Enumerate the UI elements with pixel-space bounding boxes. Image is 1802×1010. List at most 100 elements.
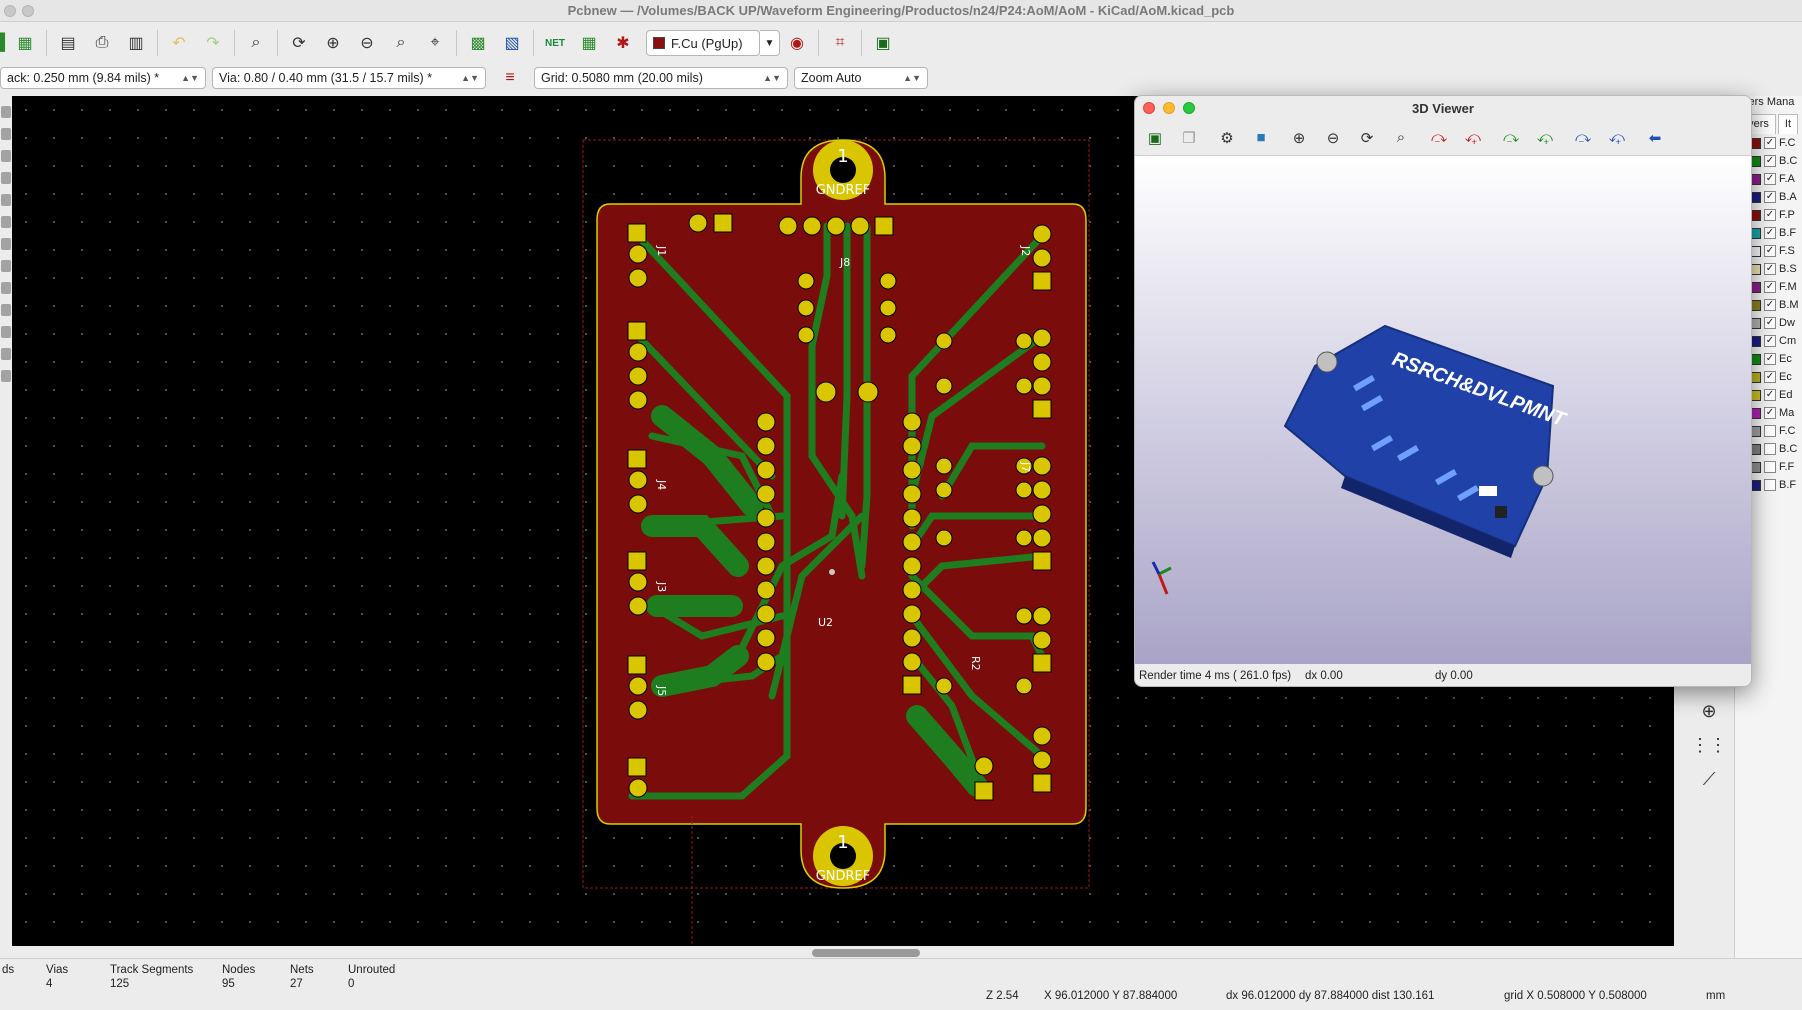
pad[interactable] [628,494,648,514]
layer-visibility-checkbox[interactable]: ✓ [1764,209,1776,221]
raytracing-cube-icon[interactable]: ■ [1247,124,1275,152]
zoom-out-icon[interactable]: ⊖ [353,29,381,57]
pad-square[interactable] [1032,399,1052,419]
grid-origin-icon[interactable]: ⋮⋮ [1691,732,1727,758]
pad[interactable] [902,532,922,552]
pad[interactable] [756,628,776,648]
pad[interactable] [756,580,776,600]
pad[interactable] [902,628,922,648]
pad-square[interactable] [1032,653,1052,673]
via-sketch-icon[interactable] [1,304,11,316]
pad[interactable] [1015,607,1033,625]
undo-icon[interactable]: ↶ [165,29,193,57]
pad[interactable] [1032,750,1052,770]
pad[interactable] [902,652,922,672]
pad[interactable] [1032,480,1052,500]
units-inch-icon[interactable] [1,172,11,184]
pad-square[interactable] [627,321,647,341]
pad[interactable] [902,436,922,456]
netlist-icon[interactable]: NET [541,29,569,57]
track-sketch-icon[interactable] [1,326,11,338]
layer-visibility-checkbox[interactable]: ✓ [1764,335,1776,347]
layer-visibility-checkbox[interactable]: ✓ [1764,299,1776,311]
zoom-fit-icon[interactable]: ⌕ [387,29,415,57]
minimize-window-button[interactable] [22,5,34,17]
pad[interactable] [628,244,648,264]
pad[interactable] [1032,630,1052,650]
zoom-out-icon[interactable]: ⊖ [1319,124,1347,152]
layer-visibility-checkbox[interactable]: ✓ [1764,389,1776,401]
select-tool-icon[interactable] [1,106,11,118]
pad[interactable] [1032,456,1052,476]
pad[interactable] [756,532,776,552]
pad[interactable] [756,484,776,504]
zone-display-icon[interactable] [1,260,11,272]
pad[interactable] [935,481,953,499]
scripting-console-icon[interactable]: ▣ [869,29,897,57]
reload-board-icon[interactable]: ▣ [1141,124,1169,152]
layer-pair-icon[interactable]: ◉ [783,29,811,57]
pad[interactable] [935,377,953,395]
new-board-icon[interactable]: ▦ [11,29,39,57]
pad[interactable] [1032,248,1052,268]
pad[interactable] [1032,224,1052,244]
pad[interactable] [688,213,708,233]
layer-visibility-checkbox[interactable]: ✓ [1764,245,1776,257]
pad[interactable] [879,272,897,290]
pad[interactable] [628,778,648,798]
pad-square[interactable] [1032,271,1052,291]
pad[interactable] [756,460,776,480]
place-anchor-icon[interactable]: ⊕ [1696,698,1722,724]
pad[interactable] [628,366,648,386]
pad[interactable] [797,299,815,317]
track-width-select[interactable]: ack: 0.250 mm (9.84 mils) * ▲▼ [0,67,206,89]
close-window-button[interactable] [1143,102,1155,114]
pad[interactable] [756,436,776,456]
minimize-window-button[interactable] [1163,102,1175,114]
layer-visibility-checkbox[interactable]: ✓ [1764,371,1776,383]
zoom-in-icon[interactable]: ⊕ [1285,124,1313,152]
grid-select[interactable]: Grid: 0.5080 mm (20.00 mils) ▲▼ [534,67,788,89]
pad[interactable] [935,457,953,475]
layer-visibility-checkbox[interactable] [1764,479,1776,491]
pad-square[interactable] [627,551,647,571]
pad[interactable] [935,332,953,350]
polar-coords-icon[interactable] [1,150,11,162]
pad[interactable] [974,756,994,776]
pad[interactable] [756,652,776,672]
pad[interactable] [628,700,648,720]
pad[interactable] [902,484,922,504]
pad[interactable] [778,216,798,236]
plot-icon[interactable]: ▥ [122,29,150,57]
pad[interactable] [1032,726,1052,746]
3d-viewer-window[interactable]: 3D Viewer ▣ ❐ ⚙ ■ ⊕ ⊖ ⟳ ⌕ ⤼ ⤽ ⤼ ⤽ ⤼ ⤽ ⬅ [1134,95,1752,687]
settings-gear-icon[interactable]: ⚙ [1213,124,1241,152]
pad-square[interactable] [627,223,647,243]
zoom-fit-icon[interactable]: ⌕ [1387,124,1415,152]
via-size-select[interactable]: Via: 0.80 / 0.40 mm (31.5 / 15.7 mils) *… [212,67,486,89]
router-icon[interactable]: ⌗ [826,29,854,57]
pad[interactable] [902,604,922,624]
layer-visibility-checkbox[interactable]: ✓ [1764,317,1776,329]
pad[interactable] [756,556,776,576]
auto-track-width-icon[interactable]: ≡ [495,67,525,89]
redraw-icon[interactable]: ⟳ [1353,124,1381,152]
scrollbar-thumb[interactable] [812,949,920,957]
units-mm-icon[interactable] [1,194,11,206]
move-left-arrow-icon[interactable]: ⬅ [1641,124,1669,152]
layer-visibility-checkbox[interactable]: ✓ [1764,137,1776,149]
pad-square[interactable] [627,655,647,675]
zoom-selection-icon[interactable]: ⌖ [421,29,449,57]
pad[interactable] [628,596,648,616]
pad[interactable] [1015,332,1033,350]
layer-visibility-checkbox[interactable]: ✓ [1764,227,1776,239]
pad[interactable] [756,412,776,432]
rotate-x-ccw-icon[interactable]: ⤽ [1459,124,1487,152]
rotate-y-ccw-icon[interactable]: ⤽ [1531,124,1559,152]
layer-visibility-checkbox[interactable]: ✓ [1764,155,1776,167]
pad[interactable] [902,508,922,528]
zoom-select[interactable]: Zoom Auto ▲▼ [794,67,928,89]
pad[interactable] [902,460,922,480]
layer-visibility-checkbox[interactable]: ✓ [1764,191,1776,203]
pad[interactable] [628,390,648,410]
